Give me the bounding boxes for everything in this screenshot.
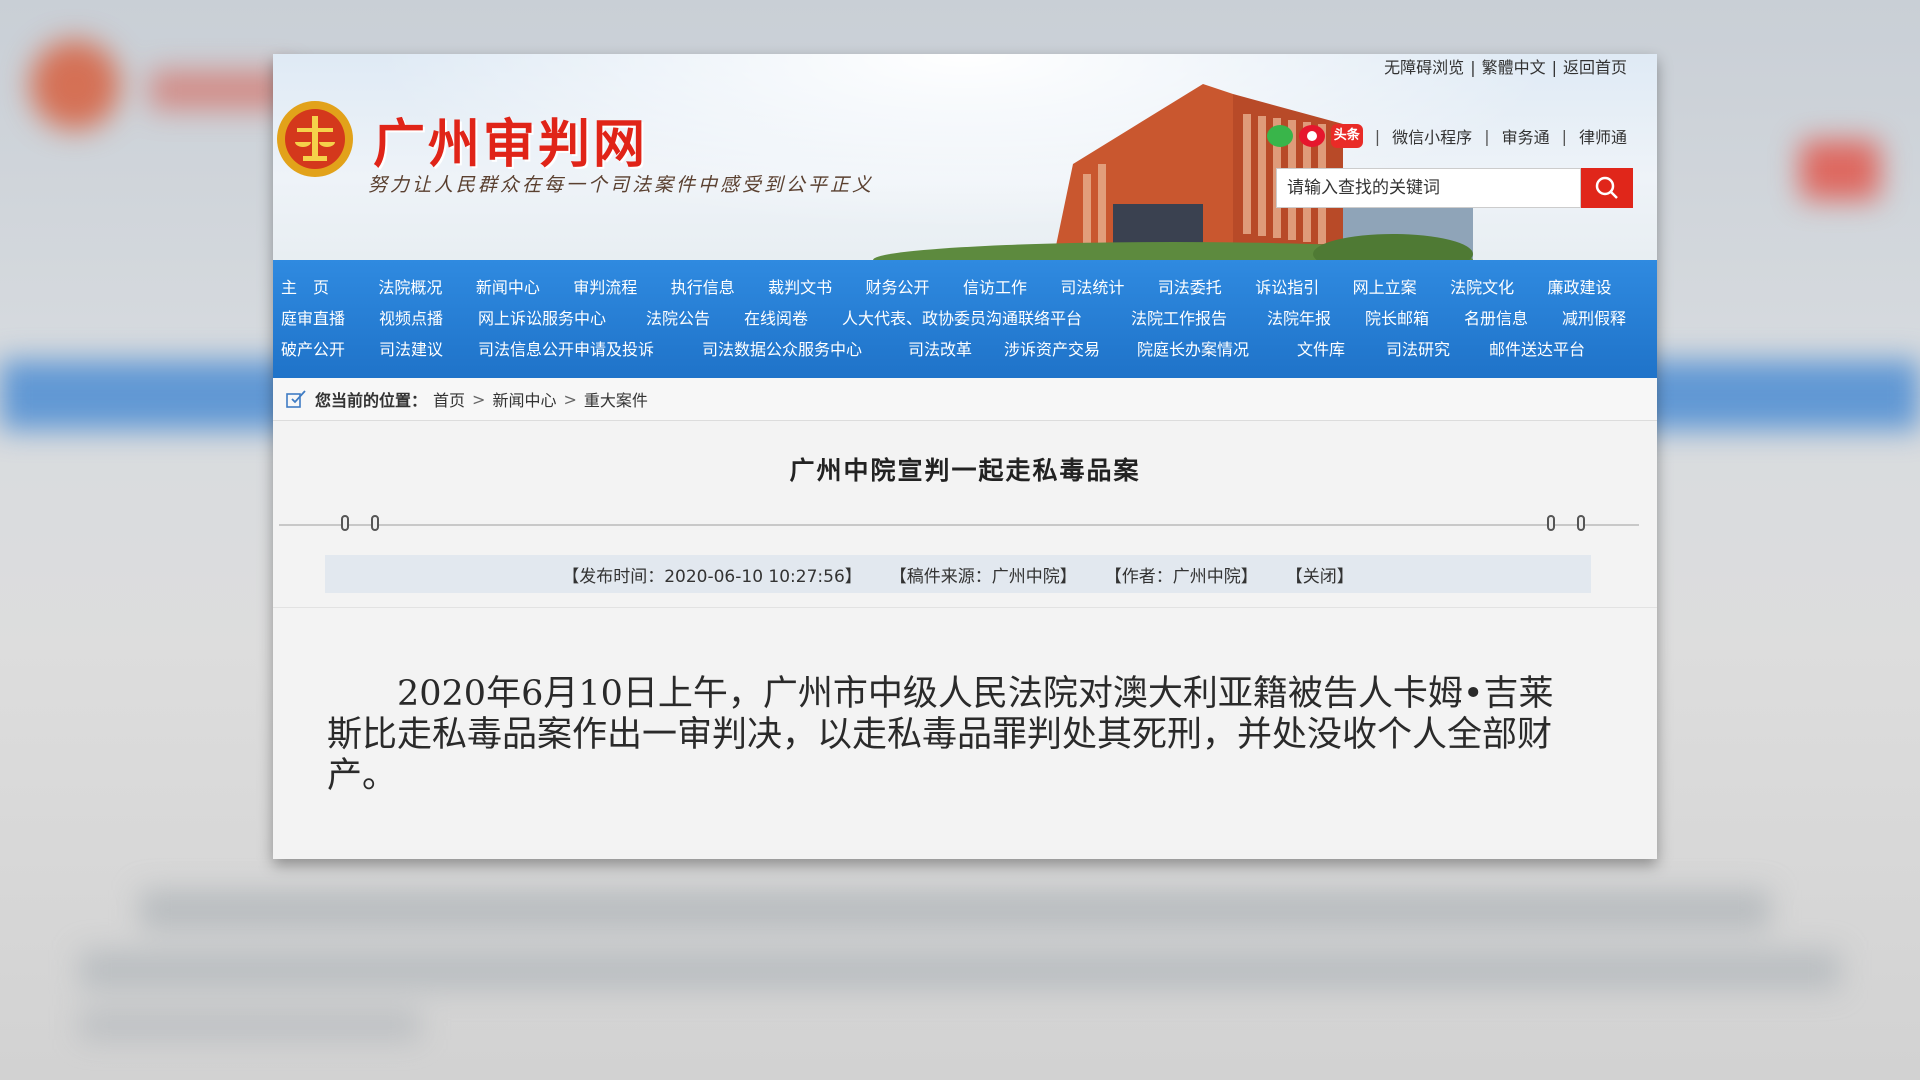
shenwutong-link[interactable]: 审务通	[1502, 124, 1550, 148]
blurred-search-button	[1800, 140, 1880, 200]
courthouse-image	[873, 84, 1473, 260]
nav-item-judgments[interactable]: 裁判文书	[768, 274, 865, 298]
nav-item-judicial-reform[interactable]: 司法改革	[908, 336, 1004, 360]
breadcrumb: 您当前的位置： 首页 > 新闻中心 > 重大案件	[273, 378, 1657, 421]
breadcrumb-label: 您当前的位置：	[315, 391, 428, 410]
article-meta-bar: 【发布时间：2020-06-10 10:27:56】 【稿件来源：广州中院】 【…	[325, 555, 1591, 593]
nav-item-president-mailbox[interactable]: 院长邮箱	[1365, 305, 1464, 329]
nav-item-finance[interactable]: 财务公开	[866, 274, 963, 298]
nav-item-court-overview[interactable]: 法院概况	[378, 274, 475, 298]
nav-item-commission[interactable]: 司法委托	[1158, 274, 1255, 298]
location-icon	[286, 390, 306, 408]
article-source: 【稿件来源：广州中院】	[889, 566, 1077, 587]
return-home-link[interactable]: 返回首页	[1563, 58, 1627, 77]
search-button[interactable]	[1581, 168, 1633, 208]
content-separator	[273, 607, 1657, 608]
breadcrumb-major-cases[interactable]: 重大案件	[584, 387, 648, 411]
nav-item-online-filing[interactable]: 网上立案	[1353, 274, 1450, 298]
nav-row-2: 庭审直播 视频点播 网上诉讼服务中心 法院公告 在线阅卷 人大代表、政协委员沟通…	[281, 301, 1645, 332]
breadcrumb-news-center[interactable]: 新闻中心	[492, 387, 556, 411]
nav-item-case-handling[interactable]: 院庭长办案情况	[1137, 336, 1297, 360]
search-input[interactable]	[1276, 168, 1581, 208]
wechat-miniprogram-link[interactable]: 微信小程序	[1392, 124, 1472, 148]
nav-item-live-trial[interactable]: 庭审直播	[281, 305, 379, 329]
nav-row-1: 主 页 法院概况 新闻中心 审判流程 执行信息 裁判文书 财务公开 信访工作 司…	[281, 270, 1645, 301]
nav-item-petitions[interactable]: 信访工作	[963, 274, 1060, 298]
site-header: 广州审判网 努力让人民群众在每一个司法案件中感受到公平正义 无障碍浏览 | 繁體中文…	[273, 54, 1657, 260]
webpage-card: 广州审判网 努力让人民群众在每一个司法案件中感受到公平正义 无障碍浏览 | 繁體中文…	[273, 54, 1657, 859]
nav-item-data-service[interactable]: 司法数据公众服务中心	[702, 336, 908, 360]
nav-item-asset-trading[interactable]: 涉诉资产交易	[1004, 336, 1137, 360]
nav-item-bankruptcy[interactable]: 破产公开	[281, 336, 379, 360]
article-title: 广州中院宣判一起走私毒品案	[789, 456, 1141, 485]
nav-item-statistics[interactable]: 司法统计	[1060, 274, 1157, 298]
nav-item-home[interactable]: 主 页	[281, 274, 378, 298]
publish-time: 【发布时间：2020-06-10 10:27:56】	[562, 566, 862, 587]
nav-row-3: 破产公开 司法建议 司法信息公开申请及投诉 司法数据公众服务中心 司法改革 涉诉…	[281, 332, 1645, 363]
nav-item-judicial-research[interactable]: 司法研究	[1386, 336, 1489, 360]
blurred-text-line	[80, 950, 1840, 990]
chevron-right-icon: >	[472, 389, 486, 409]
accessibility-link[interactable]: 无障碍浏览	[1384, 58, 1464, 77]
nav-item-judicial-advice[interactable]: 司法建议	[379, 336, 478, 360]
nav-item-work-report[interactable]: 法院工作报告	[1131, 305, 1267, 329]
blurred-logo	[30, 40, 120, 130]
social-links: 头条 | 微信小程序 | 审务通 | 律师通	[1266, 124, 1627, 148]
search-icon	[1595, 176, 1618, 199]
traditional-chinese-link[interactable]: 繁體中文	[1482, 58, 1546, 77]
nav-item-annual-report[interactable]: 法院年报	[1267, 305, 1365, 329]
nav-item-execution-info[interactable]: 执行信息	[671, 274, 768, 298]
divider-ornament-icon	[1577, 515, 1585, 531]
divider-ornament-icon	[1547, 515, 1555, 531]
breadcrumb-home[interactable]: 首页	[433, 387, 465, 411]
blurred-text-line	[140, 890, 1770, 930]
weibo-icon[interactable]	[1298, 125, 1325, 147]
nav-item-info-disclosure[interactable]: 司法信息公开申请及投诉	[478, 336, 702, 360]
toutiao-icon[interactable]: 头条	[1330, 124, 1363, 148]
nav-item-online-files[interactable]: 在线阅卷	[744, 305, 842, 329]
nav-item-video[interactable]: 视频点播	[379, 305, 478, 329]
article-author: 【作者：广州中院】	[1104, 566, 1258, 587]
lvshitong-link[interactable]: 律师通	[1579, 124, 1627, 148]
main-navigation: 主 页 法院概况 新闻中心 审判流程 执行信息 裁判文书 财务公开 信访工作 司…	[273, 260, 1657, 378]
wechat-icon[interactable]	[1266, 125, 1293, 147]
nav-item-roster[interactable]: 名册信息	[1464, 305, 1562, 329]
blurred-title	[150, 70, 290, 110]
nav-item-online-litigation[interactable]: 网上诉讼服务中心	[478, 305, 646, 329]
nav-item-litigation-guide[interactable]: 诉讼指引	[1255, 274, 1352, 298]
close-link[interactable]: 【关闭】	[1286, 562, 1354, 587]
divider-ornament-icon	[371, 515, 379, 531]
site-title[interactable]: 广州审判网	[373, 102, 648, 177]
article-body: 2020年6月10日上午，广州市中级人民法院对澳大利亚籍被告人卡姆•吉莱斯比走私…	[327, 674, 1554, 796]
search-box	[1276, 168, 1633, 208]
top-links: 无障碍浏览 | 繁體中文 | 返回首页	[1384, 58, 1627, 77]
nav-item-court-culture[interactable]: 法院文化	[1450, 274, 1547, 298]
nav-item-document-library[interactable]: 文件库	[1297, 336, 1386, 360]
title-divider	[279, 515, 1639, 531]
site-slogan: 努力让人民群众在每一个司法案件中感受到公平正义	[368, 174, 875, 196]
nav-item-integrity[interactable]: 廉政建设	[1547, 274, 1644, 298]
nav-item-announcements[interactable]: 法院公告	[646, 305, 744, 329]
nav-item-commutation[interactable]: 减刑假释	[1562, 305, 1626, 329]
chevron-right-icon: >	[563, 389, 577, 409]
nav-item-email-service[interactable]: 邮件送达平台	[1489, 336, 1585, 360]
divider-ornament-icon	[341, 515, 349, 531]
blurred-text-line	[80, 1010, 420, 1040]
nav-item-trial-process[interactable]: 审判流程	[573, 274, 670, 298]
court-emblem-icon	[277, 101, 353, 177]
nav-item-npc-cppcc[interactable]: 人大代表、政协委员沟通联络平台	[842, 305, 1131, 329]
nav-item-news-center[interactable]: 新闻中心	[476, 274, 573, 298]
